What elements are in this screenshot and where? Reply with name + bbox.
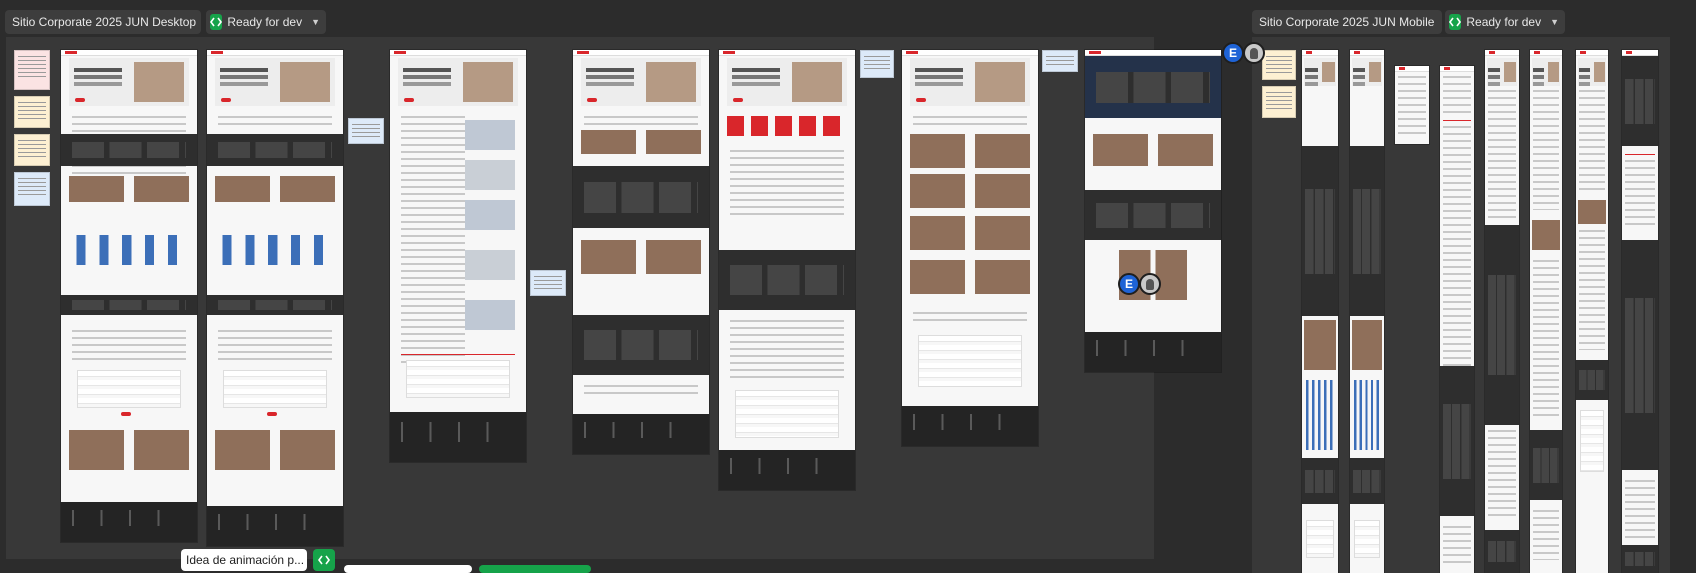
mobile-frame-8[interactable] <box>1622 50 1658 573</box>
mobile-status-dropdown[interactable]: Ready for dev ▼ <box>1445 10 1565 34</box>
code-icon <box>210 14 223 30</box>
bottom-status-button[interactable] <box>313 549 335 571</box>
mobile-section-title[interactable]: Sitio Corporate 2025 JUN Mobile <box>1252 10 1442 34</box>
sticky-note[interactable] <box>1262 50 1296 80</box>
desktop-frame-home[interactable] <box>61 50 197 542</box>
mobile-frame-3[interactable] <box>1395 66 1429 144</box>
mobile-frame-2[interactable] <box>1350 50 1384 573</box>
mobile-frame-6[interactable] <box>1530 50 1562 573</box>
partial-section-chip[interactable] <box>344 565 472 573</box>
collaborator-photo-avatar[interactable] <box>1243 42 1265 64</box>
sticky-note[interactable] <box>530 270 566 296</box>
mobile-frame-7[interactable] <box>1576 50 1608 573</box>
sticky-note[interactable] <box>14 134 50 166</box>
sticky-note[interactable] <box>860 50 894 78</box>
mobile-status-label: Ready for dev <box>1466 15 1542 29</box>
desktop-frame-link-travel[interactable] <box>902 50 1038 446</box>
collaborator-avatar[interactable]: E <box>1118 273 1140 295</box>
desktop-frame-home-alt[interactable] <box>207 50 343 546</box>
desktop-frame-pagar-am-cards[interactable] <box>719 50 855 490</box>
sticky-note[interactable] <box>14 50 50 90</box>
code-icon <box>1449 14 1462 30</box>
sticky-note[interactable] <box>14 96 50 128</box>
desktop-section-title[interactable]: Sitio Corporate 2025 JUN Desktop <box>5 10 201 34</box>
desktop-frame-solutions[interactable] <box>390 50 526 462</box>
chevron-down-icon: ▼ <box>1550 17 1559 27</box>
desktop-status-dropdown[interactable]: Ready for dev ▼ <box>206 10 326 34</box>
collaborator-photo-avatar[interactable] <box>1139 273 1161 295</box>
desktop-status-label: Ready for dev <box>227 15 303 29</box>
chevron-down-icon: ▼ <box>311 17 320 27</box>
desktop-frame-hero-dark[interactable] <box>1085 50 1221 372</box>
sticky-note[interactable] <box>1042 50 1078 72</box>
desktop-frame-can-we-help[interactable] <box>573 50 709 454</box>
code-icon <box>318 555 330 565</box>
partial-status-chip[interactable] <box>479 565 591 573</box>
sticky-note[interactable] <box>14 172 50 206</box>
collaborator-avatar[interactable]: E <box>1222 42 1244 64</box>
sticky-note[interactable] <box>348 118 384 144</box>
sticky-note[interactable] <box>1262 86 1296 118</box>
mobile-frame-4[interactable] <box>1440 66 1474 573</box>
mobile-frame-5[interactable] <box>1485 50 1519 573</box>
mobile-frame-1[interactable] <box>1302 50 1338 573</box>
bottom-section-title[interactable]: Idea de animación p... <box>181 549 307 571</box>
